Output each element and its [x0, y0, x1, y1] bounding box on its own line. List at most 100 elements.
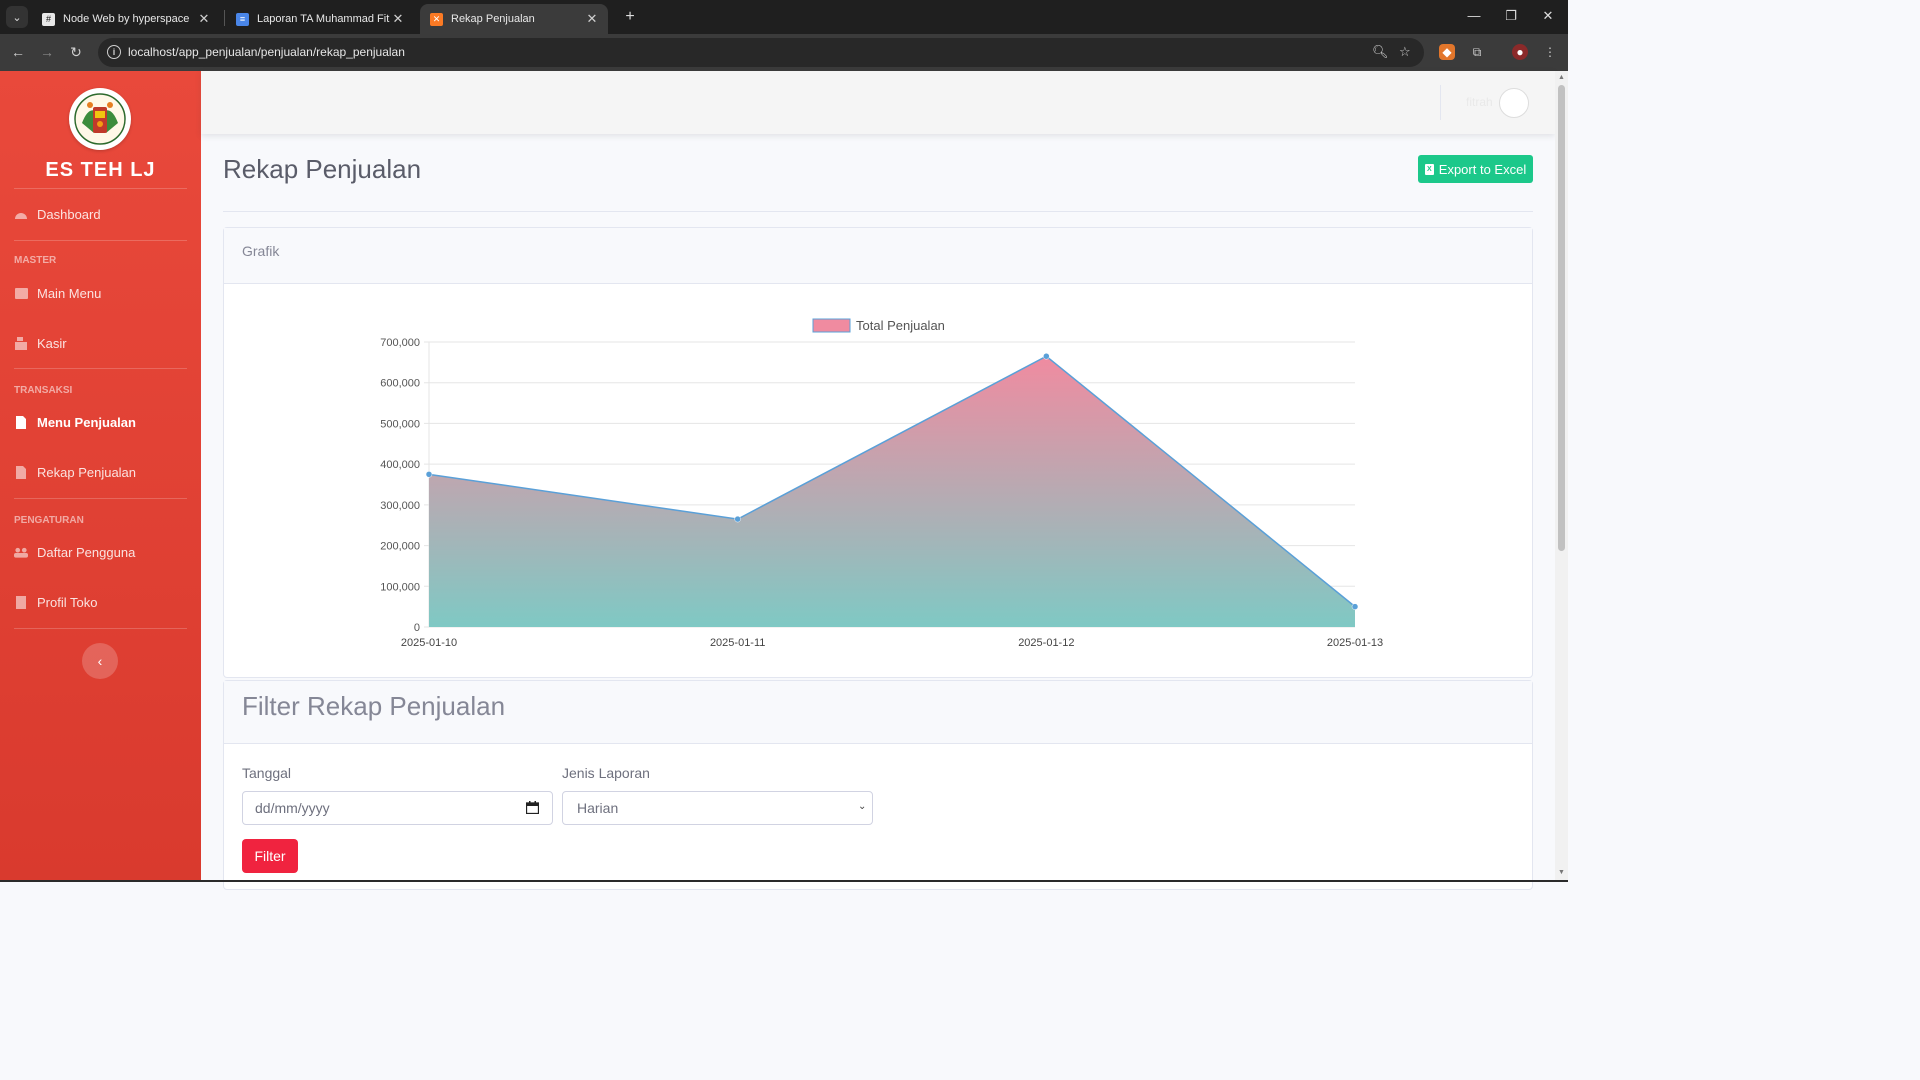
sidebar-divider [14, 628, 187, 629]
url-text[interactable]: localhost/app_penjualan/penjualan/rekap_… [128, 45, 405, 59]
sidebar-item-label: Rekap Penjualan [37, 465, 137, 480]
page-scrollbar[interactable]: ▲ ▼ [1555, 71, 1568, 882]
y-tick-label: 500,000 [380, 418, 420, 430]
browser-tab-bar: ⌄ # Node Web by hyperspace ✕ ≡ Laporan T… [0, 0, 1568, 34]
x-tick-label: 2025-01-13 [1327, 637, 1383, 649]
tab-title: Node Web by hyperspace [63, 13, 190, 25]
cash-register-icon [14, 337, 28, 350]
users-icon [14, 546, 28, 559]
report-type-label: Jenis Laporan [562, 765, 650, 781]
topbar-divider [1440, 85, 1441, 120]
sidebar-divider [14, 188, 187, 189]
date-placeholder: dd/mm/yyyy [255, 800, 330, 816]
sidebar-item-label: Dashboard [37, 207, 101, 222]
profile-avatar-icon[interactable]: ● [1512, 44, 1528, 60]
omnibox[interactable]: i localhost/app_penjualan/penjualan/reka… [98, 38, 1424, 67]
brand-name[interactable]: ES TEH LJ [0, 159, 201, 182]
brand-logo[interactable] [69, 88, 131, 150]
sidebar: ES TEH LJ Dashboard MASTER Main Menu Kas… [0, 71, 201, 882]
tab-search-button[interactable]: ⌄ [6, 6, 28, 28]
y-tick-label: 300,000 [380, 500, 420, 512]
sidebar-item-menu-penjualan[interactable]: Menu Penjualan [14, 415, 194, 430]
user-name[interactable]: fitrah [1466, 95, 1493, 109]
data-point [425, 471, 433, 478]
browser-menu-icon[interactable]: ⋮ [1542, 44, 1558, 60]
report-type-value: Harian [577, 800, 619, 816]
sidebar-divider [14, 240, 187, 241]
filter-card: Filter Rekap Penjualan Tanggal dd/mm/yyy… [223, 680, 1533, 890]
zoom-icon[interactable]: 🔍︎ [1372, 44, 1389, 60]
hash-grid-icon: # [42, 12, 55, 26]
docs-icon: ≡ [236, 12, 249, 26]
table-icon [14, 287, 28, 300]
back-icon[interactable]: ← [8, 42, 28, 62]
sidebar-toggle-button[interactable]: ‹ [82, 643, 118, 679]
metamask-icon[interactable]: ◆ [1439, 44, 1455, 60]
date-label: Tanggal [242, 765, 292, 781]
sidebar-item-kasir[interactable]: Kasir [14, 336, 194, 351]
x-tick-label: 2025-01-12 [1018, 637, 1074, 649]
es-teh-logo-icon [74, 93, 126, 145]
tab-separator [224, 10, 225, 26]
chart-card: Grafik 0 100,000 200,000 300,000 400,000 500,… [223, 227, 1533, 678]
tab-title: Laporan TA Muhammad Fitrah [257, 13, 390, 25]
topbar: fitrah [201, 71, 1555, 134]
browser-tab-3[interactable]: ✕ Rekap Penjualan ✕ [420, 4, 608, 34]
extensions-icon[interactable]: ⧉ [1469, 44, 1485, 60]
reload-icon[interactable]: ↻ [66, 42, 86, 62]
sidebar-divider [14, 368, 187, 369]
window-bottom-edge [0, 880, 1568, 882]
date-input[interactable]: dd/mm/yyyy [242, 791, 553, 825]
data-point [1351, 603, 1359, 610]
sidebar-item-rekap-penjualan[interactable]: Rekap Penjualan [14, 465, 194, 480]
forward-icon[interactable]: → [37, 42, 57, 62]
sidebar-item-label: Main Menu [37, 286, 102, 301]
browser-tab-1[interactable]: # Node Web by hyperspace ✕ [32, 4, 220, 34]
xampp-icon: ✕ [430, 12, 443, 26]
main-content: Rekap Penjualan X Export to Excel Grafik… [201, 134, 1555, 890]
y-tick-label: 100,000 [380, 581, 420, 593]
data-point [1043, 353, 1050, 360]
data-point [734, 515, 741, 523]
scroll-down-icon[interactable]: ▼ [1558, 869, 1565, 876]
filter-button[interactable]: Filter [242, 839, 298, 873]
scrollbar-thumb[interactable] [1558, 85, 1565, 551]
browser-address-bar: ← → ↻ i localhost/app_penjualan/penjuala… [0, 34, 1568, 71]
tab-title: Rekap Penjualan [451, 13, 535, 25]
close-tab-icon[interactable]: ✕ [196, 11, 212, 27]
x-tick-label: 2025-01-10 [401, 637, 457, 649]
building-icon [14, 596, 28, 609]
sidebar-item-dashboard[interactable]: Dashboard [14, 207, 194, 222]
new-tab-button[interactable]: + [620, 7, 640, 27]
sidebar-item-label: Profil Toko [37, 595, 98, 610]
sidebar-item-profil-toko[interactable]: Profil Toko [14, 595, 194, 610]
sidebar-item-main-menu[interactable]: Main Menu [14, 286, 194, 301]
y-tick-label: 600,000 [380, 378, 420, 390]
series-area [429, 356, 1355, 627]
sidebar-heading: MASTER [14, 255, 57, 266]
chart-card-header: Grafik [224, 228, 1532, 284]
sidebar-item-label: Kasir [37, 336, 67, 351]
x-tick-label: 2025-01-11 [710, 637, 765, 649]
sidebar-item-daftar-pengguna[interactable]: Daftar Pengguna [14, 545, 194, 560]
calendar-icon[interactable] [526, 801, 539, 814]
close-tab-icon[interactable]: ✕ [584, 11, 600, 27]
sales-chart: 0 100,000 200,000 300,000 400,000 500,000 600,… [380, 318, 1383, 649]
user-avatar[interactable] [1499, 88, 1529, 118]
sidebar-item-label: Daftar Pengguna [37, 545, 136, 560]
page-title: Rekap Penjualan [223, 154, 422, 184]
close-tab-icon[interactable]: ✕ [390, 11, 406, 27]
export-excel-button[interactable]: X Export to Excel [1418, 155, 1533, 183]
legend-label: Total Penjualan [856, 318, 945, 333]
report-type-select[interactable]: Harian ⌄ [562, 791, 873, 825]
y-tick-label: 700,000 [380, 337, 420, 349]
restore-icon[interactable]: ❐ [1501, 8, 1521, 24]
minimize-icon[interactable]: — [1464, 8, 1484, 23]
browser-tab-2[interactable]: ≡ Laporan TA Muhammad Fitrah ✕ [226, 4, 414, 34]
file-icon [14, 416, 28, 429]
site-info-icon[interactable]: i [107, 45, 121, 59]
bookmark-star-icon[interactable]: ☆ [1399, 44, 1411, 60]
y-tick-label: 200,000 [380, 541, 420, 553]
close-window-icon[interactable]: ✕ [1538, 8, 1558, 24]
scroll-up-icon[interactable]: ▲ [1558, 74, 1565, 81]
